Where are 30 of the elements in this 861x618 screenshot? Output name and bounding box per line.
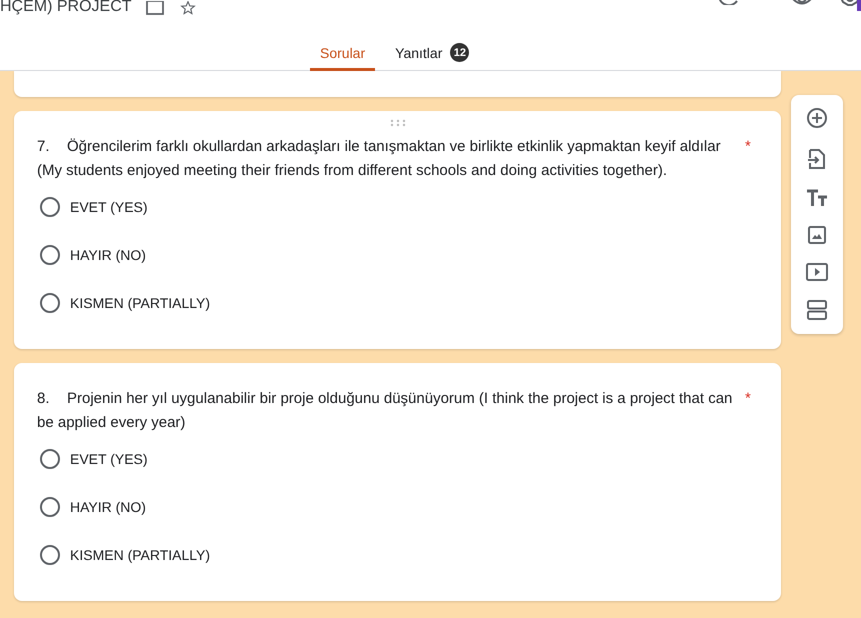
- folder-icon[interactable]: [146, 1, 164, 15]
- option-label: EVET (YES): [70, 199, 148, 215]
- text-icon[interactable]: [806, 189, 828, 207]
- video-icon[interactable]: [806, 263, 828, 281]
- radio-button[interactable]: [40, 497, 60, 517]
- question-text: 7. Öğrencilerim farklı okullardan arkadaşları ile tanışmaktan ve birlikte etkinlik yapmaktan keyif aldılar (My students enjoyed meeting their friends from different schools and doing activities together).: [37, 137, 722, 181]
- radio-button[interactable]: [40, 245, 60, 265]
- drag-handle-icon[interactable]: [390, 119, 406, 127]
- image-icon[interactable]: [808, 226, 826, 244]
- question-text: 8. Projenin her yıl uygulanabilir bir proje olduğunu düşünüyorum (I think the project is a project that can be applied every year): [37, 389, 734, 433]
- section-icon[interactable]: [807, 300, 827, 320]
- radio-button[interactable]: [40, 545, 60, 565]
- required-mark: *: [745, 389, 751, 409]
- question-card[interactable]: 8. Projenin her yıl uygulanabilir bir proje olduğunu düşünüyorum (I think the project is a project that can be applied every year) * EVET (YES) HAYIR (NO) KISMEN (PARTIALLY): [14, 363, 781, 601]
- option-label: HAYIR (NO): [70, 499, 146, 515]
- option-label: KISMEN (PARTIALLY): [70, 547, 210, 563]
- radio-button[interactable]: [40, 197, 60, 217]
- option-label: KISMEN (PARTIALLY): [70, 295, 210, 311]
- account-edge: [857, 0, 861, 11]
- required-mark: *: [745, 137, 751, 157]
- tab[interactable]: Yanıtlar 12: [385, 39, 480, 71]
- import-icon[interactable]: [808, 148, 826, 170]
- radio-button[interactable]: [40, 449, 60, 469]
- radio-button[interactable]: [40, 293, 60, 313]
- count-badge: 12: [450, 43, 470, 62]
- add-icon[interactable]: [806, 107, 828, 129]
- option-label: HAYIR (NO): [70, 247, 146, 263]
- option-label: EVET (YES): [70, 451, 148, 467]
- eye-icon[interactable]: [790, 0, 814, 7]
- question-card[interactable]: [14, 111, 781, 349]
